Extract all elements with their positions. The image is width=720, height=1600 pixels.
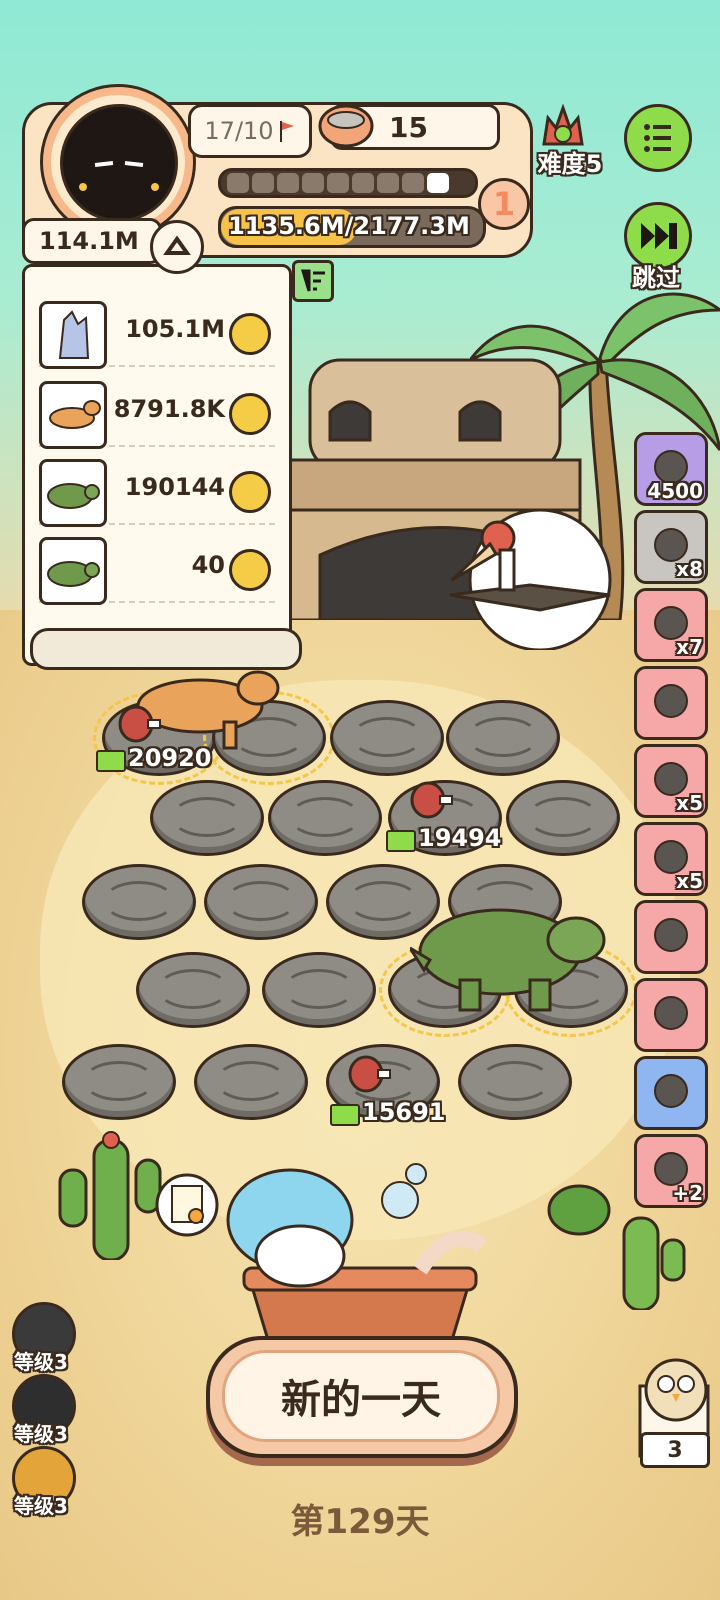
nugget-icon[interactable]: +2 [634,1134,708,1208]
resource-value: 8791.8K [113,395,225,423]
bag-icon[interactable]: x7 [634,588,708,662]
sort-icon [300,269,325,292]
resource-value: 190144 [124,473,225,501]
nest[interactable] [268,780,382,856]
panel-scroll-handle[interactable] [30,628,302,670]
nest[interactable] [458,1044,572,1120]
item-count: 4500 [647,479,703,503]
progress-pip [227,173,249,193]
item-count: x5 [676,791,703,815]
sort-button[interactable] [292,260,334,302]
food-value: 15 [389,110,428,144]
skip-label: 跳过 [632,264,680,292]
ore-icon[interactable]: 4500 [634,432,708,506]
tools-icon[interactable] [634,666,708,740]
nest[interactable] [150,780,264,856]
slime-rock-icon[interactable] [634,900,708,974]
day-counter: 第129天 [290,1502,430,1542]
meat-value: 19494 [418,824,502,852]
cash-icon [96,750,126,772]
item-count: x8 [676,557,703,581]
ankylosaur-small-icon [39,537,107,605]
meat-icon[interactable] [410,780,454,820]
nest[interactable] [330,700,444,776]
item-count: x5 [676,869,703,893]
nest[interactable] [506,780,620,856]
total-value-box: 114.1M [22,218,162,264]
nest[interactable] [62,1044,176,1120]
progress-pip [302,173,324,193]
nest[interactable] [194,1044,308,1120]
drill-icon[interactable]: x8 [634,510,708,584]
menu-button[interactable] [624,104,692,172]
new-day-label: 新的一天 [222,1350,500,1442]
trex-icon [39,381,107,449]
item-count: x7 [676,635,703,659]
total-value: 114.1M [39,227,139,255]
progress-pip [252,173,274,193]
collapse-button[interactable] [150,220,204,274]
certificate-icon[interactable] [152,1170,222,1240]
stage-counter: 17/10 [188,104,312,158]
resource-row[interactable]: 40 [39,533,275,605]
paw-icon [229,313,271,355]
difficulty-icon[interactable] [540,104,586,148]
flag-icon [278,119,296,143]
xp-text: 1135.6M/2177.3M [228,212,470,240]
paw-icon [229,393,271,435]
ankylosaur-icon [39,459,107,527]
crystal-icon [39,301,107,369]
chevron-up-icon [163,235,191,255]
bowl-icon [318,104,374,148]
cash-icon [386,830,416,852]
resource-panel: 105.1M 8791.8K 190144 40 [22,264,292,666]
cash-icon [330,1104,360,1126]
meat-value: 20920 [128,744,212,772]
grill-icon[interactable] [634,978,708,1052]
crystal-icon[interactable]: x5 [634,744,708,818]
progress-pip [427,173,449,193]
resource-row[interactable]: 8791.8K [39,377,275,449]
progress-pip [327,173,349,193]
meat-icon[interactable] [118,704,162,744]
level-label: 等级3 [14,1494,68,1518]
resource-row[interactable]: 105.1M [39,297,275,369]
paw-icon [229,471,271,513]
item-count: +2 [672,1181,703,1205]
progress-pip [402,173,424,193]
avatar[interactable] [60,104,178,222]
level-label: 等级3 [14,1422,68,1446]
nest[interactable] [136,952,250,1028]
progress-pips [218,168,478,198]
nest[interactable] [204,864,318,940]
meat-icon[interactable] [348,1054,392,1094]
nest[interactable] [82,864,196,940]
resource-row[interactable]: 190144 [39,455,275,527]
cactus [622,1216,686,1310]
pterosaur-bubble [449,508,612,650]
camera-icon[interactable] [634,1056,708,1130]
nest[interactable] [446,700,560,776]
list-icon [644,124,671,152]
owl-count: 3 [640,1432,710,1468]
resource-value: 105.1M [125,315,225,343]
difficulty-label: 难度5 [537,150,603,178]
tray-icon[interactable]: x5 [634,822,708,896]
progress-pip [377,173,399,193]
resource-value: 40 [191,551,225,579]
meat-value: 15691 [362,1098,446,1126]
cactus [58,1131,162,1260]
progress-pip [277,173,299,193]
ankylosaur-character[interactable] [410,890,610,1020]
cat-character[interactable] [220,1160,500,1340]
nest[interactable] [262,952,376,1028]
level-label: 等级3 [14,1350,68,1374]
paw-icon [229,549,271,591]
stage-text: 17/10 [204,117,274,145]
progress-pip [352,173,374,193]
